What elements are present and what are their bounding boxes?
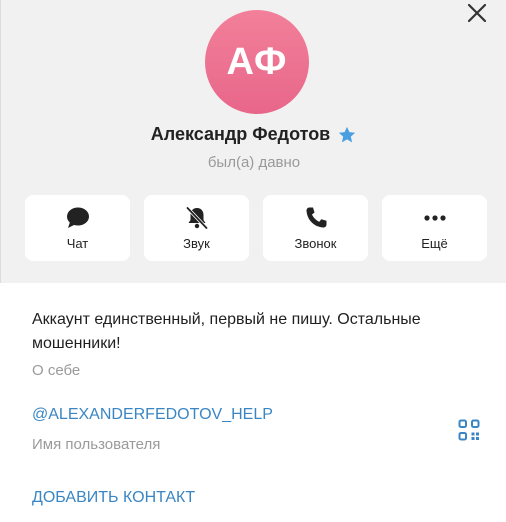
avatar-initials: АФ (226, 40, 288, 83)
bell-muted-icon (185, 206, 208, 230)
add-contact-button[interactable]: ДОБАВИТЬ КОНТАКТ (32, 489, 195, 507)
name-row: Александр Федотов (1, 124, 506, 145)
call-button[interactable]: Звонок (263, 195, 368, 261)
close-icon[interactable] (466, 2, 488, 24)
chat-bubble-icon (66, 207, 89, 228)
bio-text: Аккаунт единственный, первый не пишу. Ос… (32, 311, 421, 352)
chat-button[interactable]: Чат (25, 195, 130, 261)
qr-code-button[interactable] (458, 419, 480, 441)
avatar: АФ (205, 10, 309, 114)
username-link[interactable]: @ALEXANDERFEDOTOV_HELP (32, 406, 273, 424)
mute-button-label: Звук (183, 236, 210, 251)
call-button-label: Звонок (294, 236, 337, 251)
more-button-label: Ещё (421, 236, 448, 251)
premium-star-icon[interactable] (337, 125, 357, 145)
username-label: Имя пользователя (32, 436, 161, 453)
chat-button-label: Чат (66, 236, 89, 251)
profile-name: Александр Федотов (150, 124, 331, 144)
close-button[interactable] (466, 2, 488, 24)
last-seen-status: был(а) давно (207, 154, 301, 171)
profile-header: АФ Александр Федотов был(а) давно Чат Зв… (0, 0, 506, 283)
mute-button[interactable]: Звук (144, 195, 249, 261)
phone-icon (306, 207, 326, 228)
bio-label: О себе (32, 362, 81, 379)
more-dots-icon (423, 215, 446, 221)
more-button[interactable]: Ещё (382, 195, 487, 261)
qr-code-icon (458, 419, 480, 441)
